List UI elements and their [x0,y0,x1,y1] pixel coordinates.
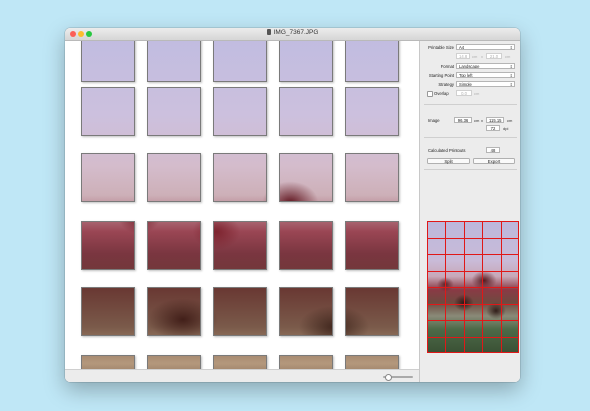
app-window: IMG_7367.JPG Printable Size A4 ⇕ 14.8 cm … [65,28,520,382]
grid-line-horizontal [427,337,519,338]
printout-tile [345,287,399,336]
image-width-field[interactable]: 96.36 [454,117,472,123]
printout-tile [213,41,267,82]
window-title-text: IMG_7367.JPG [273,29,319,36]
export-button[interactable]: Export [473,158,515,164]
printout-tile [147,355,201,369]
overlap-unit: cm [474,91,480,96]
grid-line-horizontal [427,221,519,222]
divider [424,169,517,170]
status-bar [65,369,419,382]
grid-line-horizontal [427,238,519,239]
image-width-unit: cm [474,118,480,123]
printout-tile [213,287,267,336]
printout-tile [345,41,399,82]
starting-point-label: Starting Point [428,73,454,78]
printout-tile [279,221,333,270]
zoom-slider-knob[interactable] [385,373,392,381]
printouts-value: 48 [486,147,500,153]
printout-tile [213,355,267,369]
printout-tile [81,221,135,270]
strategy-select[interactable]: Simple ⇕ [456,81,515,87]
window-title: IMG_7367.JPG [65,29,520,36]
printout-tile [345,221,399,270]
overlap-field: 0.0 [456,90,472,96]
chevron-updown-icon: ⇕ [509,64,513,69]
printout-tile [345,355,399,369]
printout-tile [81,153,135,202]
tile-canvas[interactable] [65,41,419,369]
grid-line-horizontal [427,254,519,255]
divider [424,104,517,105]
printout-tile [147,41,201,82]
format-value: Landscape [459,64,480,69]
format-select[interactable]: Landscape ⇕ [456,63,515,69]
printout-tile [147,287,201,336]
printable-width-unit: cm [472,54,478,59]
grid-line-horizontal [427,287,519,288]
printable-size-select[interactable]: A4 ⇕ [456,44,515,50]
printout-tile [213,221,267,270]
printable-times-sign: x [481,54,483,59]
image-times-sign: x [481,118,483,123]
printout-tile [345,87,399,136]
printout-tile [279,287,333,336]
strategy-label: Strategy [438,82,454,87]
printout-tile [279,41,333,82]
printable-size-value: A4 [459,45,465,50]
printout-tile [279,153,333,202]
printout-tile [213,87,267,136]
chevron-updown-icon: ⇕ [509,45,513,50]
title-bar: IMG_7367.JPG [65,28,520,41]
grid-line-horizontal [427,352,519,353]
chevron-updown-icon: ⇕ [509,73,513,78]
image-dpi-unit: dpi [503,126,509,131]
grid-line-horizontal [427,320,519,321]
printout-tile [81,87,135,136]
document-icon [266,29,271,35]
overlap-checkbox[interactable] [427,90,433,97]
printout-tile [279,87,333,136]
chevron-updown-icon: ⇕ [509,82,513,87]
image-dpi-field[interactable]: 72 [486,125,500,131]
printout-tile [81,287,135,336]
image-height-unit: cm [507,118,513,123]
grid-line-horizontal [427,271,519,272]
starting-point-value: Top left [459,73,473,78]
printable-height-unit: cm [505,54,511,59]
printout-tile [213,153,267,202]
printouts-label: Calculated Printouts [428,148,466,153]
grid-line-horizontal [427,304,519,305]
overlap-label: Overlap [434,91,449,96]
printable-size-label: Printable Size [428,45,454,50]
printout-tile [147,221,201,270]
settings-panel: Printable Size A4 ⇕ 14.8 cm x 21.0 cm For… [419,41,520,382]
printout-tile [147,87,201,136]
printout-tile [81,41,135,82]
preview-image [427,221,519,353]
split-button[interactable]: Split [427,158,470,164]
starting-point-select[interactable]: Top left ⇕ [456,72,515,78]
image-label: Image [428,118,440,123]
image-height-field[interactable]: 115.15 [486,117,504,123]
printout-tile [345,153,399,202]
printable-width-field: 14.8 [456,53,470,59]
printout-tile [147,153,201,202]
strategy-value: Simple [459,82,472,87]
printable-height-field: 21.0 [486,53,502,59]
format-label: Format [440,64,454,69]
divider [424,137,517,138]
printout-tile [279,355,333,369]
printout-tile [81,355,135,369]
